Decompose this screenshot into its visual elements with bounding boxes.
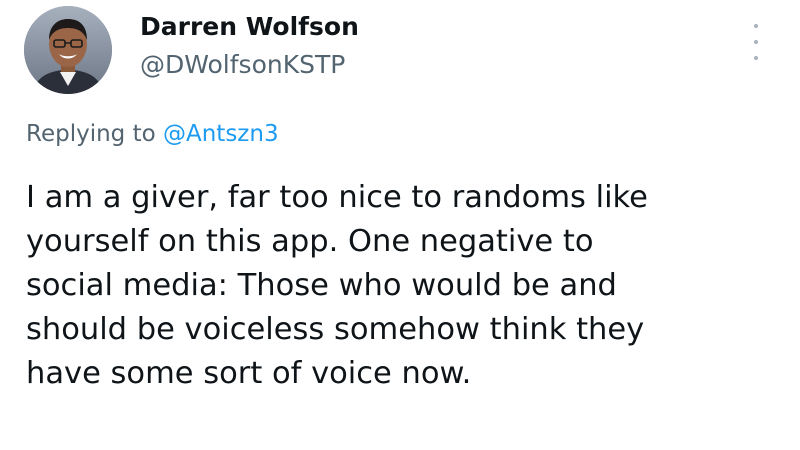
tweet-text: I am a giver, far too nice to randoms li…	[26, 176, 786, 396]
tweet-card: Darren Wolfson @DWolfsonKSTP Replying to…	[0, 0, 800, 450]
user-handle[interactable]: @DWolfsonKSTP	[140, 50, 359, 80]
display-name[interactable]: Darren Wolfson	[140, 12, 359, 42]
profile-photo-icon	[24, 6, 112, 94]
more-vertical-icon-dot	[754, 40, 758, 44]
replying-to: Replying to @Antszn3	[26, 120, 279, 148]
tweet-header: Darren Wolfson @DWolfsonKSTP	[24, 6, 776, 98]
reply-to-handle-link[interactable]: @Antszn3	[163, 121, 279, 147]
tweet-text-line: have some sort of voice now.	[26, 356, 472, 391]
more-vertical-icon-dot	[754, 56, 758, 60]
tweet-text-line: I am a giver, far too nice to randoms li…	[26, 180, 648, 215]
replying-to-label: Replying to	[26, 121, 156, 147]
user-info: Darren Wolfson @DWolfsonKSTP	[140, 12, 359, 80]
avatar[interactable]	[24, 6, 112, 94]
tweet-text-line: yourself on this app. One negative to	[26, 224, 594, 259]
more-options-button[interactable]	[746, 24, 766, 60]
tweet-text-line: should be voiceless somehow think they	[26, 312, 645, 347]
tweet-text-line: social media: Those who would be and	[26, 268, 617, 303]
more-vertical-icon	[754, 24, 758, 28]
